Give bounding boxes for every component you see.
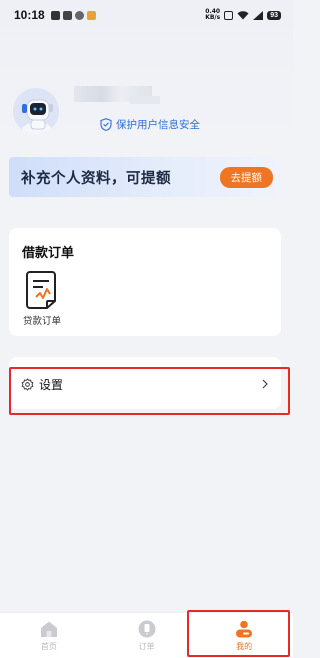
bluetooth-icon — [224, 10, 234, 20]
gear-icon — [21, 377, 34, 391]
status-time: 10:18 — [14, 8, 45, 22]
masked-username-tail — [130, 96, 160, 104]
signal-icon — [253, 10, 264, 20]
settings-card: 设置 — [9, 357, 281, 409]
privacy-notice: 保护用户信息安全 — [100, 117, 200, 132]
app-notification-icon — [50, 10, 60, 20]
tab-home[interactable]: 首页 — [0, 613, 98, 658]
tiktok-notification-icon — [62, 10, 72, 20]
sync-notification-icon — [74, 10, 84, 20]
chevron-right-icon — [262, 379, 268, 389]
loan-order-label: 贷款订单 — [22, 316, 61, 327]
bottom-tab-bar: 首页 订单 我的 — [0, 612, 293, 658]
shield-check-icon — [100, 118, 112, 131]
avatar[interactable] — [13, 88, 59, 134]
tab-orders-label: 订单 — [138, 642, 155, 651]
document-chart-icon — [26, 271, 56, 309]
wifi-icon — [237, 10, 249, 19]
settings-row[interactable]: 设置 — [9, 365, 281, 403]
network-speed: 0.40 KB/s — [205, 8, 221, 21]
tab-home-label: 首页 — [40, 642, 57, 651]
profile-icon — [236, 620, 253, 638]
tab-profile[interactable]: 我的 — [195, 613, 293, 658]
privacy-text: 保护用户信息安全 — [116, 119, 200, 131]
battery-indicator: 93 — [267, 10, 281, 20]
banner-text: 补充个人资料，可提额 — [21, 170, 171, 187]
home-icon — [40, 621, 57, 637]
tab-orders[interactable]: 订单 — [98, 613, 196, 658]
credit-increase-banner[interactable]: 补充个人资料，可提额 去提额 — [9, 157, 281, 197]
order-icon — [138, 620, 155, 638]
loan-section-title: 借款订单 — [22, 246, 75, 261]
tab-profile-label: 我的 — [236, 642, 253, 651]
increase-limit-button[interactable]: 去提额 — [219, 166, 273, 188]
game-notification-icon — [86, 10, 96, 20]
robot-avatar-icon — [13, 88, 59, 134]
loan-orders-card: 借款订单 贷款订单 — [9, 228, 281, 336]
settings-label: 设置 — [39, 377, 64, 392]
loan-order-entry[interactable]: 贷款订单 — [17, 270, 67, 327]
status-bar: 10:18 0.40 KB/s 93 — [0, 0, 293, 30]
